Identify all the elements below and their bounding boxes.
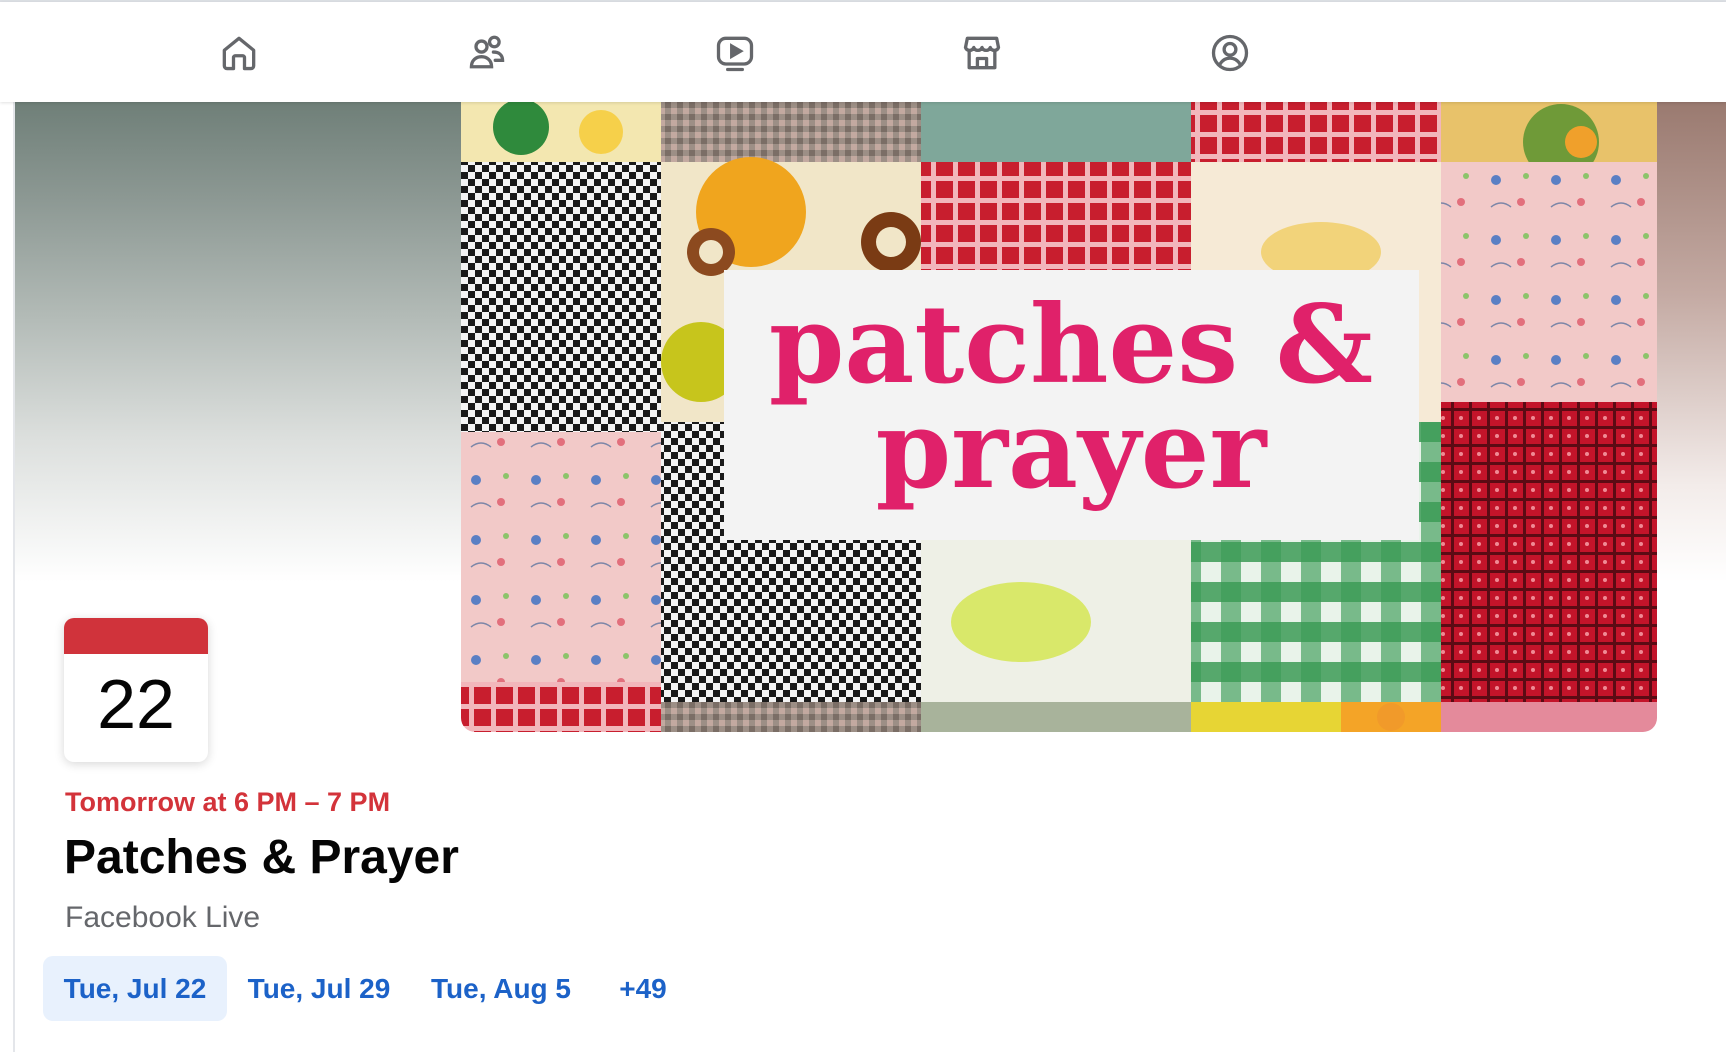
marketplace-icon — [963, 36, 1001, 70]
friends-icon — [469, 35, 505, 69]
event-time: Tomorrow at 6 PM – 7 PM — [65, 787, 391, 817]
profile-icon — [1211, 34, 1249, 72]
date-chip-jul-22[interactable]: Tue, Jul 22 — [43, 956, 227, 1021]
nav-home[interactable] — [212, 26, 266, 80]
event-location[interactable]: Facebook Live — [65, 901, 260, 935]
calendar-day-number: 22 — [97, 665, 175, 743]
calendar-badge-header — [64, 618, 208, 654]
top-navbar — [0, 2, 1726, 102]
date-chip-aug-5[interactable]: Tue, Aug 5 — [411, 956, 591, 1021]
event-cover-photo[interactable]: patches & prayer — [461, 102, 1657, 732]
patchwork-quilt-image: patches & prayer — [461, 102, 1657, 732]
video-icon — [716, 36, 754, 72]
nav-friends[interactable] — [460, 26, 514, 80]
nav-profile[interactable] — [1203, 26, 1257, 80]
nav-marketplace[interactable] — [955, 26, 1009, 80]
more-dates-chip[interactable]: +49 — [591, 956, 695, 1021]
nav-video[interactable] — [708, 26, 762, 80]
cover-title-line2: prayer — [876, 387, 1269, 513]
calendar-date-badge: 22 — [64, 618, 208, 762]
home-icon — [222, 36, 256, 71]
date-chip-jul-29[interactable]: Tue, Jul 29 — [227, 956, 411, 1021]
event-title: Patches & Prayer — [64, 831, 459, 884]
